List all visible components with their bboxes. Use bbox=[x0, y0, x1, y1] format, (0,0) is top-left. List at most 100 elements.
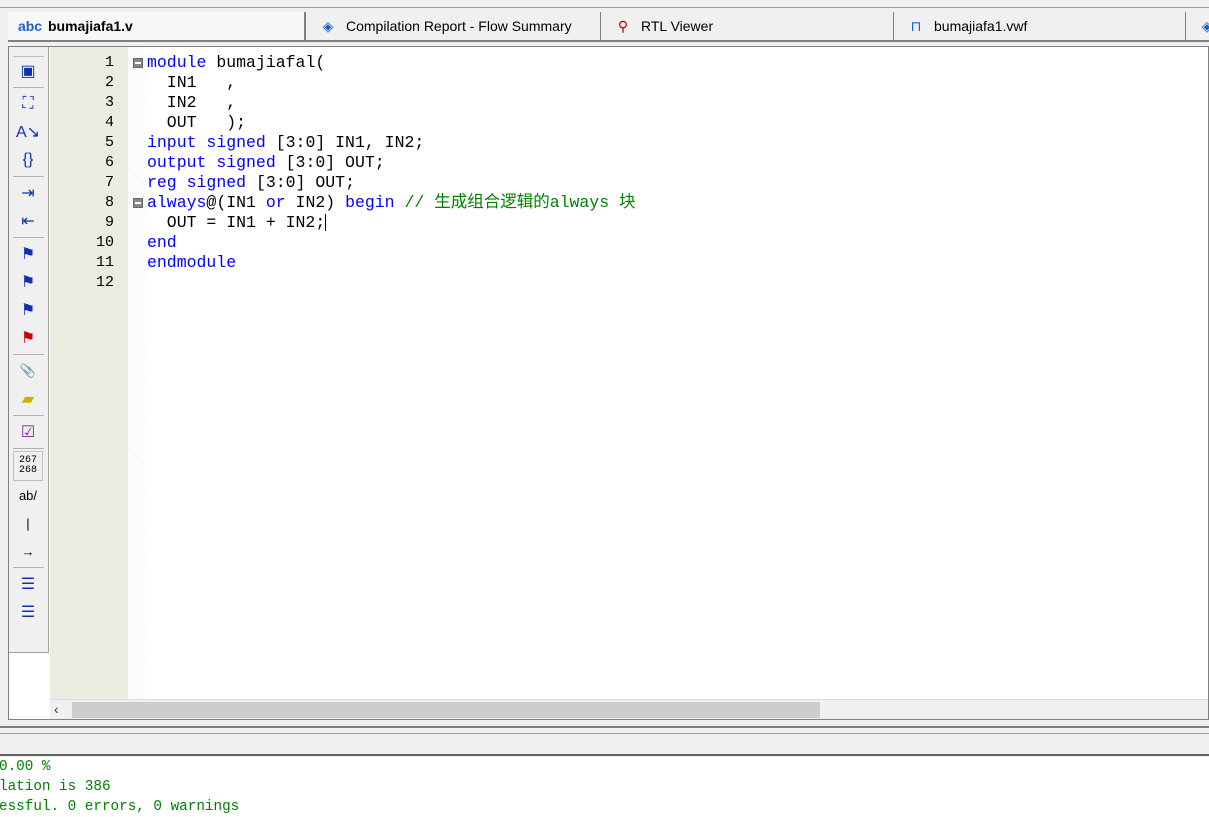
code-text: always@(IN1 or IN2) begin // 生成组合逻辑的alwa… bbox=[147, 193, 636, 213]
code-line[interactable]: 10 end bbox=[50, 233, 1208, 253]
indent-icon[interactable]: ⇥ bbox=[13, 179, 43, 207]
text-cursor bbox=[325, 214, 327, 232]
scroll-left-icon[interactable]: ‹ bbox=[54, 701, 59, 717]
toolbar-separator bbox=[13, 87, 44, 88]
text-token: [3:0] IN1, IN2; bbox=[265, 133, 425, 152]
attach-icon[interactable]: 📎 bbox=[13, 357, 43, 385]
messages-pane: 0.00 % lation is 386 essful. 0 errors, 0… bbox=[0, 757, 1209, 817]
toolbar-grip[interactable] bbox=[13, 47, 44, 57]
keyword-token: endmodule bbox=[147, 253, 237, 272]
code-line[interactable]: 9 OUT = IN1 + IN2; bbox=[50, 213, 1208, 233]
code-line[interactable]: 7 reg signed [3:0] OUT; bbox=[50, 173, 1208, 193]
text-token: [3:0] OUT; bbox=[246, 173, 355, 192]
pane-splitter[interactable] bbox=[0, 726, 1209, 734]
unindent-icon[interactable]: ⇤ bbox=[13, 207, 43, 235]
keyword-token: signed bbox=[216, 153, 276, 172]
find-binoculars-icon[interactable]: ⛶ bbox=[13, 90, 43, 118]
toolbar-separator bbox=[13, 448, 44, 449]
line-numbers-icon[interactable]: 267 268 bbox=[13, 451, 43, 481]
code-line[interactable]: 5 input signed [3:0] IN1, IN2; bbox=[50, 133, 1208, 153]
code-line[interactable]: 8 always@(IN1 or IN2) begin // 生成组合逻辑的alw… bbox=[50, 193, 1208, 213]
message-line: 0.00 % bbox=[0, 759, 51, 775]
uncomment-icon[interactable]: ☰ bbox=[13, 598, 43, 626]
line-number: 9 bbox=[104, 214, 114, 231]
code-text: OUT ); bbox=[147, 113, 246, 133]
insert-template-icon[interactable]: ▣ bbox=[13, 57, 43, 85]
horizontal-scrollbar[interactable]: ‹ bbox=[50, 699, 1208, 719]
previous-bookmark-icon[interactable]: ⚑ bbox=[13, 296, 43, 324]
keyword-token: or bbox=[265, 193, 286, 212]
tab-compilation-report[interactable]: ◈ Compilation Report - Flow Summary bbox=[306, 12, 601, 40]
line-number: 7 bbox=[104, 174, 114, 191]
check-syntax-icon[interactable]: ☑ bbox=[13, 418, 43, 446]
line-number: 4 bbox=[104, 114, 114, 131]
tab-bumajiafa1-vwf[interactable]: ⊓ bumajiafa1.vwf bbox=[894, 12, 1186, 40]
comment-icon[interactable]: ☰ bbox=[13, 570, 43, 598]
top-strip bbox=[0, 0, 1209, 8]
message-line: essful. 0 errors, 0 warnings bbox=[0, 799, 240, 815]
code-text: IN2 , bbox=[147, 93, 236, 113]
keyword-token: begin bbox=[345, 193, 395, 212]
text-token: OUT ); bbox=[147, 113, 247, 132]
script-icon[interactable]: ▰ bbox=[13, 385, 43, 413]
text-token: IN2) bbox=[285, 193, 346, 212]
keyword-token: reg bbox=[147, 173, 177, 192]
line-number: 12 bbox=[95, 274, 114, 291]
text-editor[interactable]: ▣ ⛶ A↘{} ⇥ ⇤ ⚑ ⚑ ⚑ ⚑ 📎 ▰ ☑ 267 268 ab/| → ☰ ☰ 1 module bum… bbox=[8, 46, 1209, 720]
messages-header bbox=[0, 734, 1209, 756]
keyword-token: signed bbox=[186, 173, 247, 192]
goto-brace-icon[interactable]: {} bbox=[13, 146, 43, 174]
tab-rtl-viewer[interactable]: ⚲ RTL Viewer bbox=[601, 12, 894, 40]
next-bookmark-icon[interactable]: ⚑ bbox=[13, 268, 43, 296]
clear-bookmarks-icon[interactable]: ⚑ bbox=[13, 324, 43, 352]
text-token: IN1 , bbox=[147, 73, 237, 92]
vertical-line-icon[interactable]: | bbox=[13, 509, 43, 537]
toggle-bookmark-icon[interactable]: ⚑ bbox=[13, 240, 43, 268]
fold-collapse-icon[interactable] bbox=[133, 198, 143, 208]
keyword-token: signed bbox=[206, 133, 266, 152]
code-text: IN1 , bbox=[147, 73, 236, 93]
code-line[interactable]: 2 IN1 , bbox=[50, 73, 1208, 93]
fold-collapse-icon[interactable] bbox=[133, 58, 143, 68]
text-token: IN2 , bbox=[147, 93, 237, 112]
tab-label: RTL Viewer bbox=[641, 18, 714, 34]
code-text: reg signed [3:0] OUT; bbox=[147, 173, 355, 193]
waveform-file-icon: ⊓ bbox=[910, 17, 922, 34]
code-line[interactable]: 1 module bumajiafal( bbox=[50, 53, 1208, 73]
scrollbar-thumb[interactable] bbox=[72, 702, 820, 718]
comment-token: // 生成组合逻辑的always 块 bbox=[404, 193, 636, 212]
rtl-viewer-icon: ⚲ bbox=[617, 17, 629, 34]
code-line[interactable]: 12 bbox=[50, 273, 1208, 293]
tab-label: bumajiafa1.v bbox=[48, 18, 133, 34]
keyword-token: always bbox=[147, 193, 207, 212]
tab-bumajiafa1-v[interactable]: abc bumajiafa1.v bbox=[8, 12, 306, 40]
text-token: bumajiafal( bbox=[206, 53, 326, 72]
line-number: 8 bbox=[104, 194, 114, 211]
code-line[interactable]: 6 output signed [3:0] OUT; bbox=[50, 153, 1208, 173]
tab-label: Compilation Report - Flow Summary bbox=[346, 18, 572, 34]
report-icon: ◈ bbox=[322, 17, 334, 34]
keyword-token: end bbox=[147, 233, 177, 252]
code-line[interactable]: 11 endmodule bbox=[50, 253, 1208, 273]
code-line[interactable]: 4 OUT ); bbox=[50, 113, 1208, 133]
whitespace-icon[interactable]: → bbox=[13, 537, 43, 565]
message-line: lation is 386 bbox=[0, 779, 111, 795]
keyword-token: module bbox=[147, 53, 207, 72]
find-replace-icon[interactable]: A↘ bbox=[13, 118, 43, 146]
editor-toolbar: ▣ ⛶ A↘{} ⇥ ⇤ ⚑ ⚑ ⚑ ⚑ 📎 ▰ ☑ 267 268 ab/| → ☰ ☰ bbox=[9, 47, 49, 653]
line-number: 11 bbox=[95, 254, 114, 271]
code-line[interactable]: 3 IN2 , bbox=[50, 93, 1208, 113]
code-area[interactable]: 1 module bumajiafal(2 IN1 ,3 IN2 ,4 OUT )… bbox=[50, 53, 1208, 293]
text-wrap-icon[interactable]: ab/ bbox=[13, 481, 43, 509]
text-token: @(IN1 bbox=[206, 193, 266, 212]
keyword-token: input bbox=[147, 133, 197, 152]
tab-overflow[interactable]: ◈ bbox=[1186, 12, 1209, 40]
text-token: [3:0] OUT; bbox=[275, 153, 385, 172]
toolbar-separator bbox=[13, 354, 44, 355]
line-number: 10 bbox=[95, 234, 114, 251]
code-text: module bumajiafal( bbox=[147, 53, 325, 73]
